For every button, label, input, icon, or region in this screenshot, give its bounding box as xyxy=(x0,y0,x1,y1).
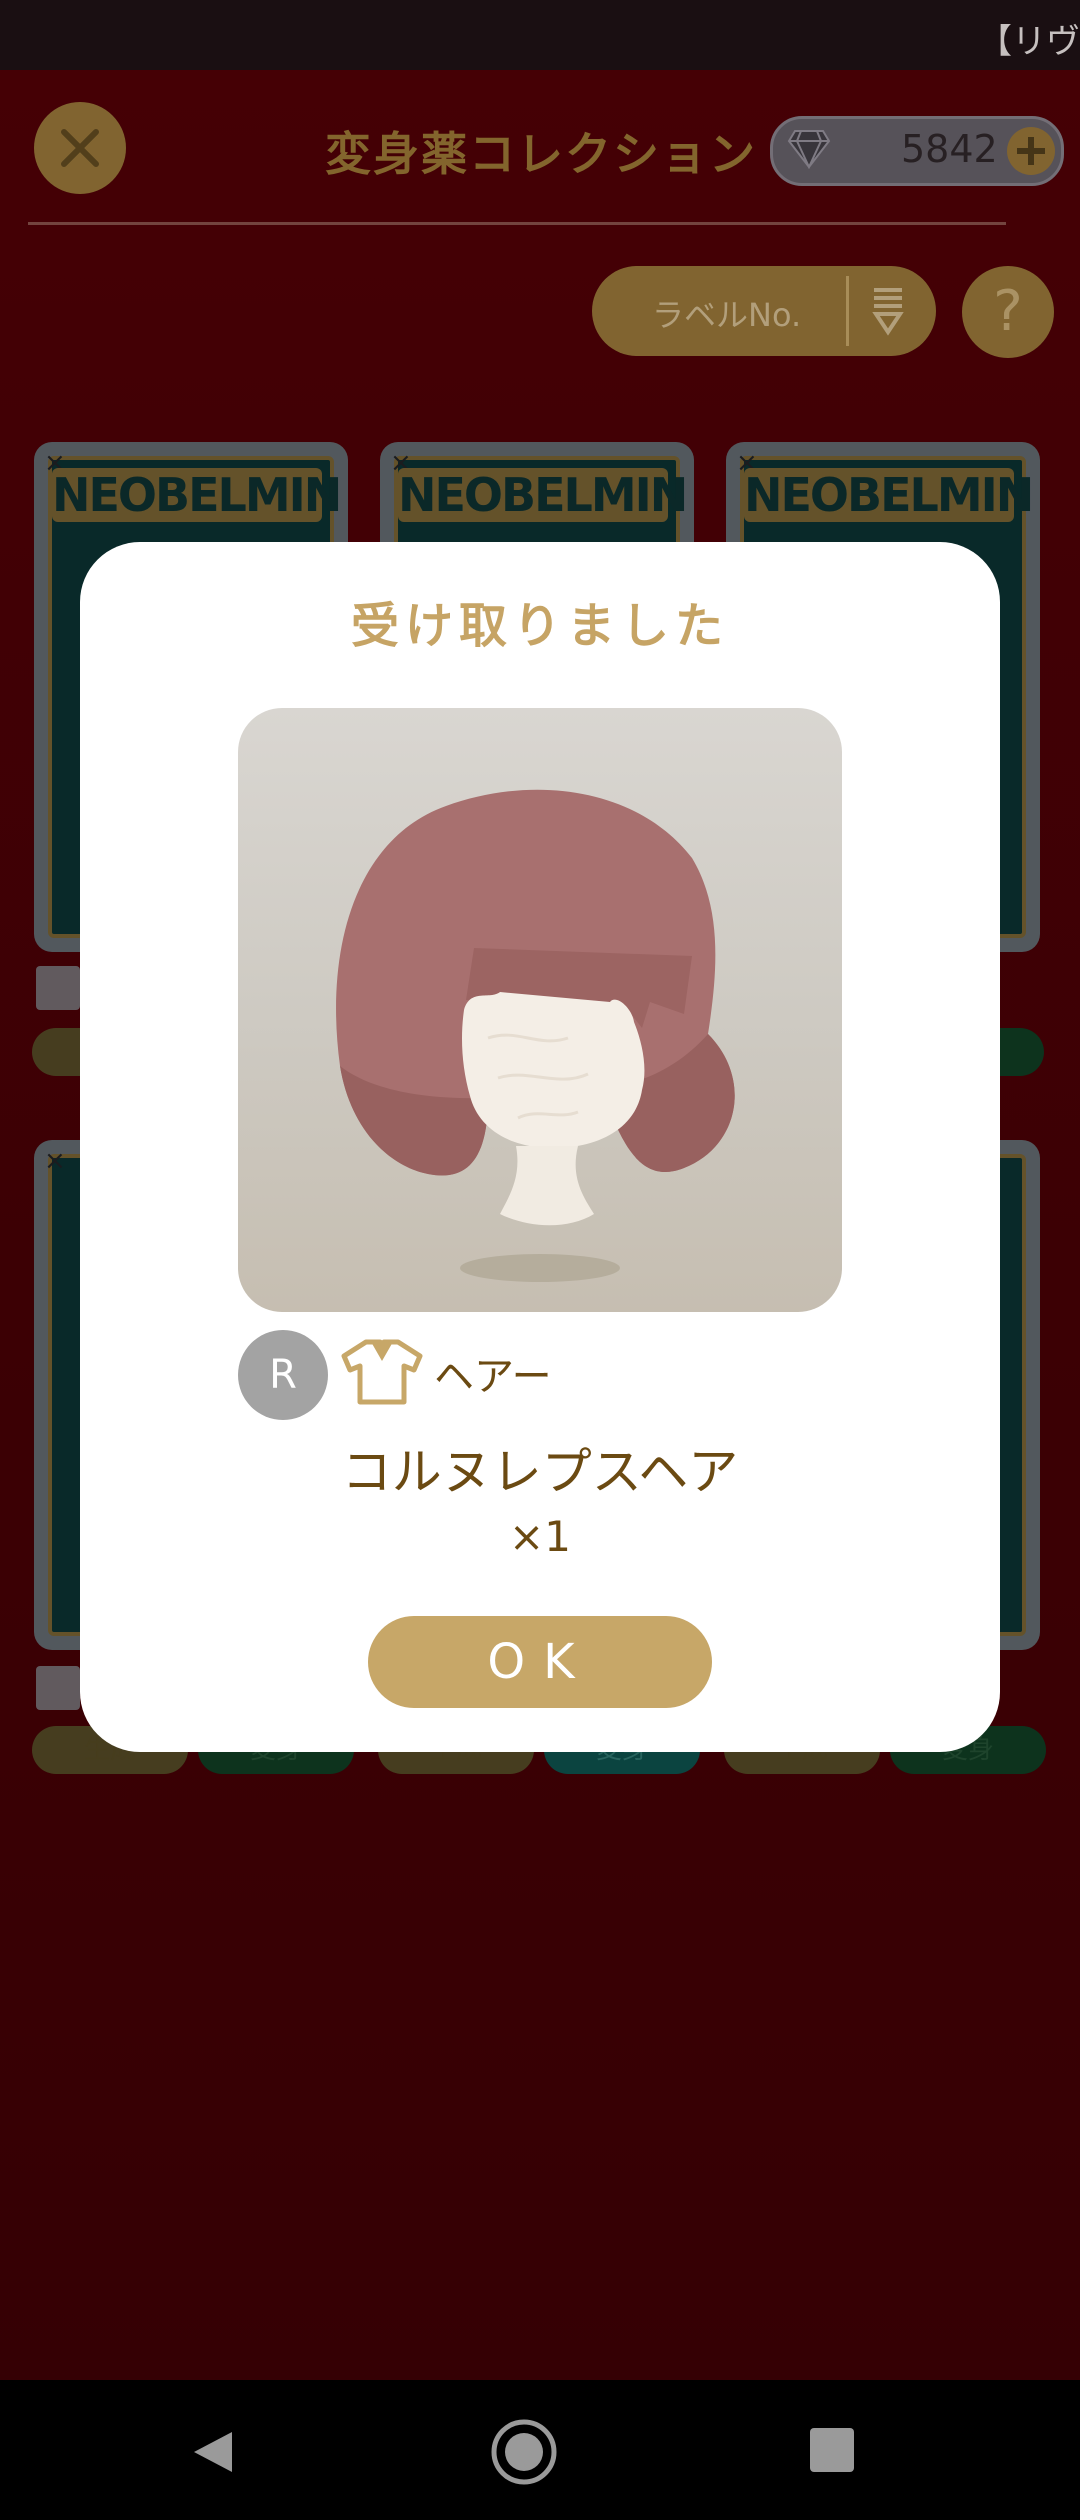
item-preview-image xyxy=(238,708,842,1312)
reward-dialog: 受け取りました R ヘアー コルヌレプスヘア ×1 OK xyxy=(80,542,1000,1752)
rarity-badge: R xyxy=(238,1330,328,1420)
hair-wig-illustration xyxy=(336,789,735,1282)
system-nav-bar xyxy=(0,2380,1080,2520)
dialog-title: 受け取りました xyxy=(350,598,729,654)
ticker-text: 【リヴ xyxy=(978,22,1080,62)
status-bar: 【リヴ xyxy=(0,0,1080,70)
back-icon[interactable] xyxy=(188,2428,236,2476)
item-category: ヘアー xyxy=(434,1354,552,1400)
home-icon[interactable] xyxy=(490,2418,558,2486)
recent-apps-icon[interactable] xyxy=(810,2428,854,2472)
ok-button[interactable]: OK xyxy=(368,1616,712,1708)
clothing-category-icon xyxy=(341,1339,423,1405)
item-quantity: ×1 xyxy=(509,1512,571,1561)
item-name: コルヌレプスヘア xyxy=(341,1443,739,1501)
